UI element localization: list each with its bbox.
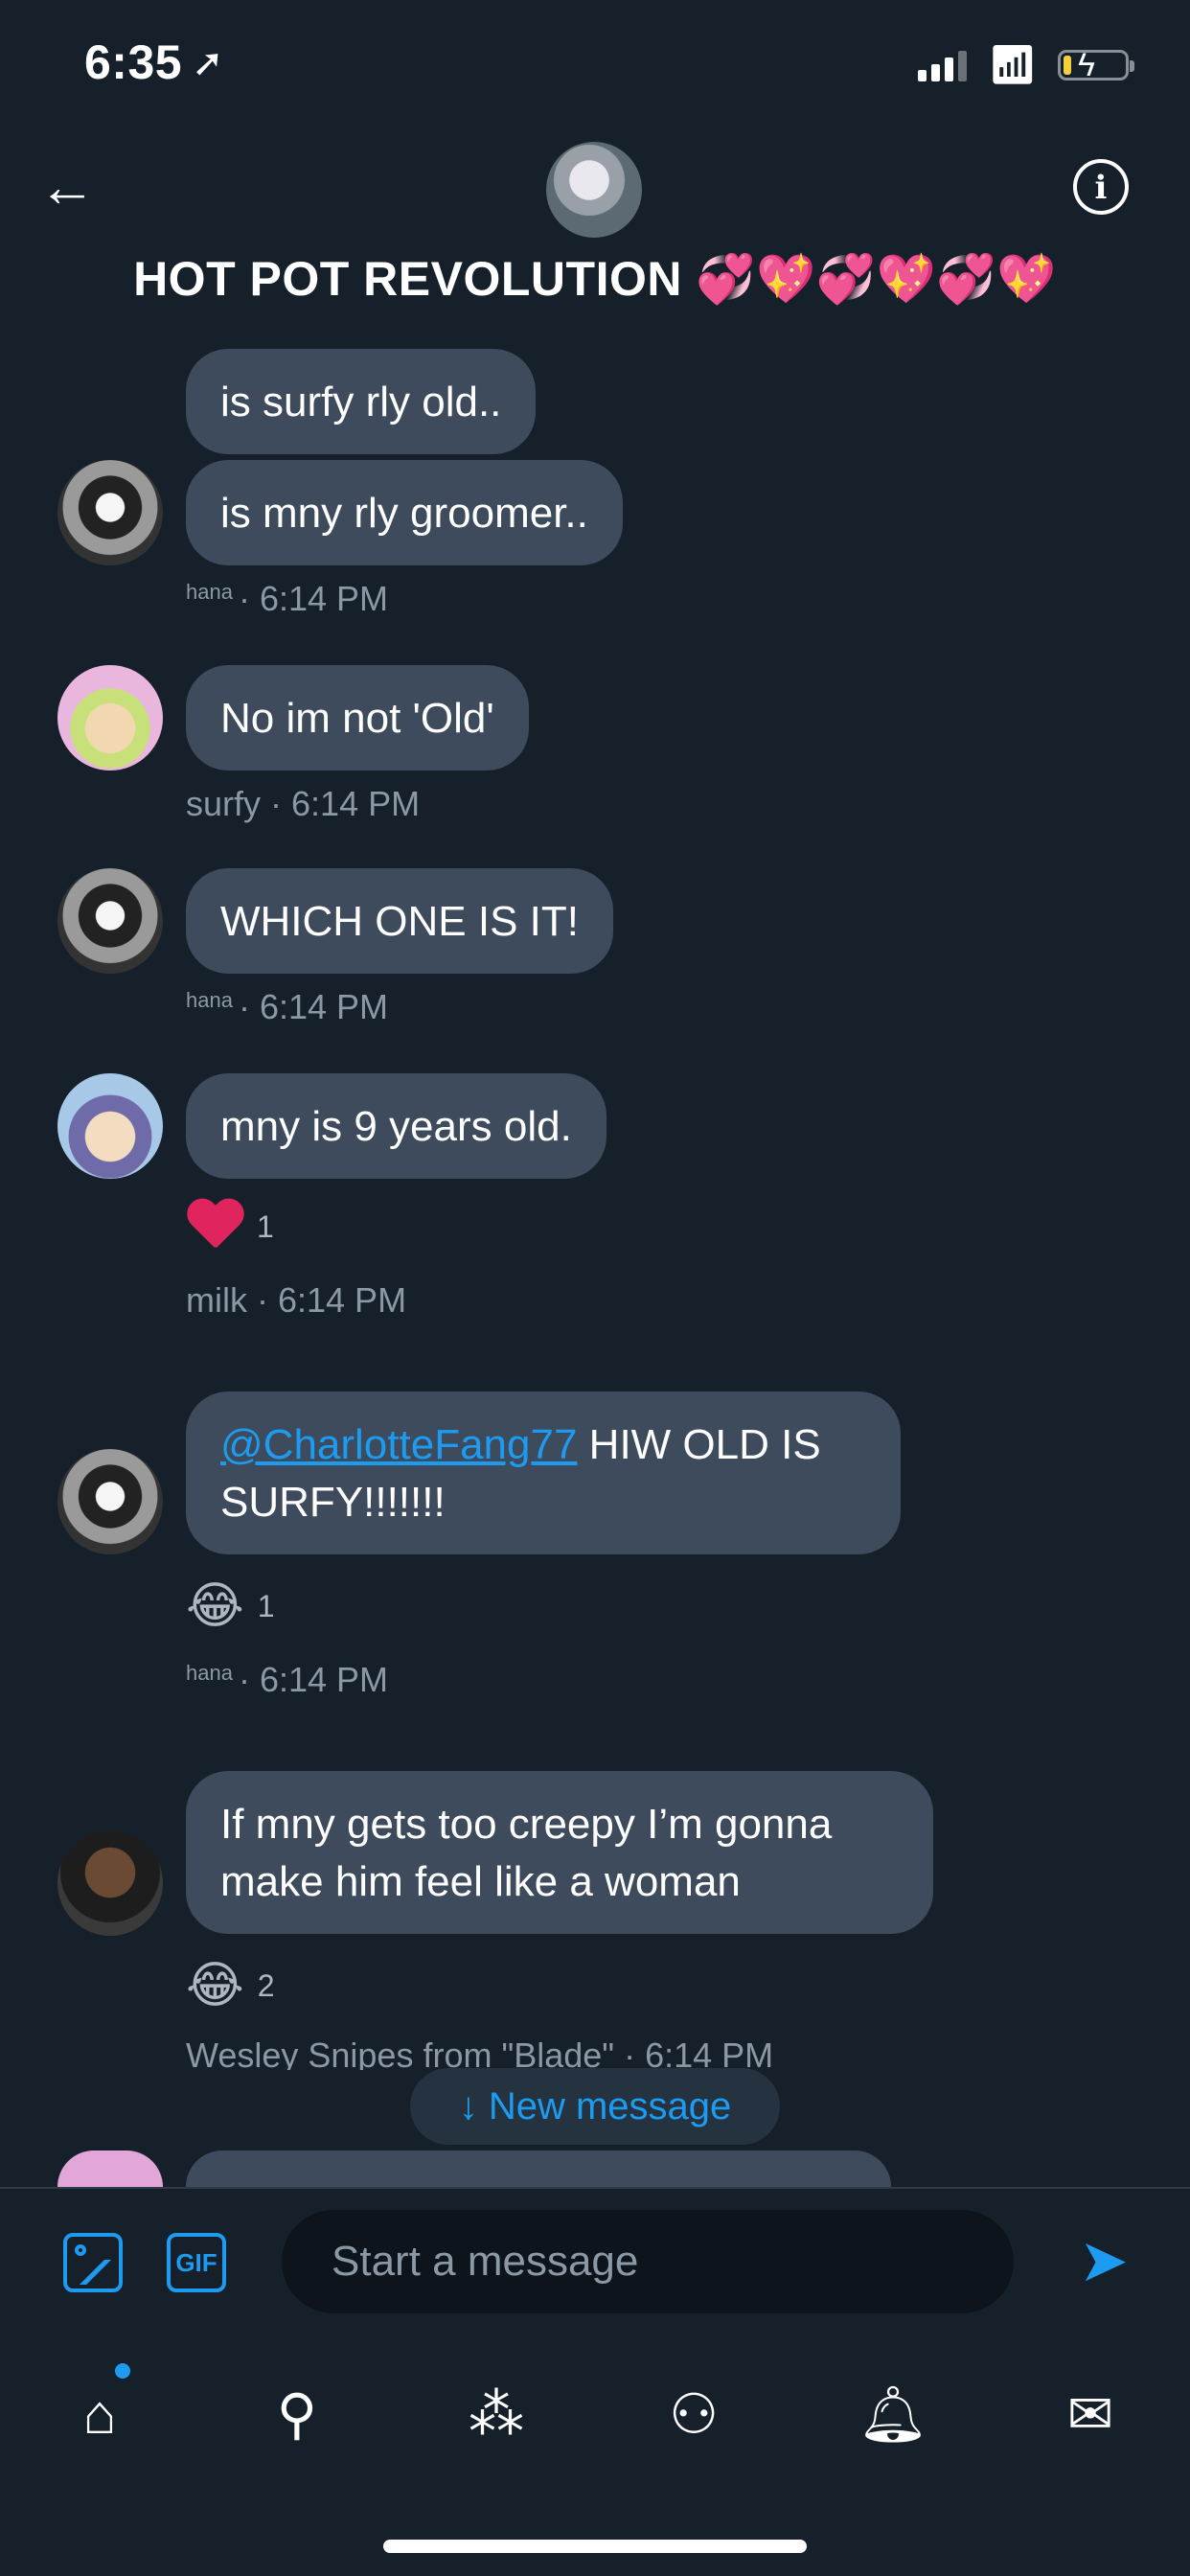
reaction-count: 1: [257, 1588, 275, 1623]
image-icon[interactable]: [63, 2233, 123, 2292]
battery-icon: ϟ: [1058, 47, 1134, 83]
new-message-button[interactable]: ↓ New message: [410, 2068, 780, 2145]
avatar[interactable]: [57, 2150, 163, 2187]
info-icon[interactable]: i: [1073, 159, 1129, 215]
mention-link[interactable]: @CharlotteFang77: [220, 1421, 577, 1468]
arrow-left-icon[interactable]: ←: [38, 153, 105, 220]
message-bubble[interactable]: is surfy rly old..: [186, 349, 537, 454]
avatar[interactable]: [57, 868, 163, 974]
reaction[interactable]: 😂 2: [186, 1957, 275, 2014]
wifi-icon: 📶︎: [988, 44, 1037, 86]
message-input[interactable]: [282, 2210, 1014, 2313]
message-bubble[interactable]: WHICH ONE IS IT!: [186, 868, 613, 974]
home-icon[interactable]: ⌂: [61, 2377, 138, 2453]
message-meta: hana · 6:14 PM: [186, 987, 389, 1026]
notification-dot: [115, 2363, 130, 2379]
avatar[interactable]: [57, 1449, 163, 1554]
send-icon[interactable]: ➤: [1069, 2227, 1138, 2296]
status-icons: 📶︎ ϟ: [918, 42, 1134, 87]
avatar[interactable]: [57, 1830, 163, 1936]
message-meta: milk · 6:14 PM: [186, 1280, 407, 1320]
avatar[interactable]: [57, 1073, 163, 1179]
notifications-icon[interactable]: 🔔︎: [855, 2377, 931, 2453]
message-meta: surfy · 6:14 PM: [186, 784, 421, 823]
message-meta: hana · 6:14 PM: [186, 579, 389, 618]
search-icon[interactable]: ⚲: [259, 2377, 335, 2453]
message-bubble[interactable]: No im not 'Old': [186, 665, 529, 770]
status-time: 6:35 ➚: [84, 35, 225, 89]
face-with-tears-of-joy-icon: 😂: [186, 1578, 244, 1634]
message-bubble[interactable]: is mny rly groomer..: [186, 460, 623, 565]
avatar[interactable]: [57, 665, 163, 770]
group-avatar[interactable]: [546, 142, 642, 238]
home-indicator: [383, 2540, 807, 2553]
spaces-icon[interactable]: ⁂: [458, 2377, 535, 2453]
face-with-tears-of-joy-icon: 😂: [186, 1958, 244, 2013]
message-meta: hana · 6:14 PM: [186, 1660, 389, 1699]
avatar[interactable]: [57, 460, 163, 565]
message-bubble[interactable]: If mny gets too creepy I’m gonna make hi…: [186, 1771, 933, 1934]
messages-icon[interactable]: ✉: [1052, 2377, 1129, 2453]
message-bubble[interactable]: @CharlotteFang77 HIW OLD IS SURFY!!!!!!!: [186, 1392, 901, 1554]
heart-icon: [186, 1200, 243, 1254]
message-bubble[interactable]: [186, 2150, 891, 2187]
reaction-count: 1: [257, 1208, 274, 1244]
gif-button[interactable]: GIF: [167, 2233, 226, 2292]
message-bubble[interactable]: mny is 9 years old.: [186, 1073, 606, 1179]
conversation-title: HOT POT REVOLUTION 💞💖💞💖💞💖: [133, 252, 1057, 306]
reaction-count: 2: [257, 1967, 275, 2003]
reaction[interactable]: 😂 1: [186, 1577, 275, 1635]
communities-icon[interactable]: ⚇: [655, 2377, 732, 2453]
location-arrow-icon: ➚: [192, 42, 225, 84]
message-meta: Wesley Snipes from "Blade" · 6:14 PM: [186, 2036, 774, 2070]
reaction[interactable]: 1: [186, 1200, 274, 1254]
cellular-signal-icon: [918, 49, 968, 81]
